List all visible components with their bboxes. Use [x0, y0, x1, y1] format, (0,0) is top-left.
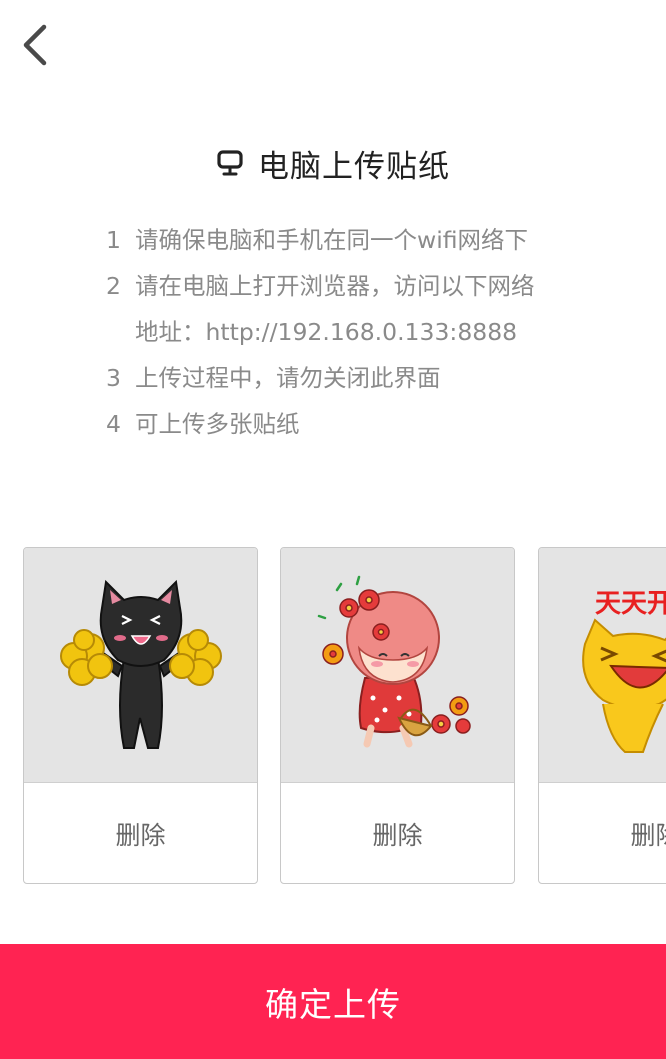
- step-text: 请在电脑上打开浏览器，访问以下网络: [135, 272, 535, 300]
- step-text: 请确保电脑和手机在同一个wifi网络下: [135, 226, 529, 254]
- delete-button[interactable]: 删除: [539, 784, 666, 883]
- step-number: 1: [106, 226, 121, 254]
- step-number: 4: [106, 410, 121, 438]
- step-text: 可上传多张贴纸: [135, 410, 300, 438]
- sticker-card: 删除: [280, 547, 515, 884]
- title-row: 电脑上传贴纸: [0, 138, 666, 188]
- instruction-step-4: 4 可上传多张贴纸: [106, 401, 626, 447]
- step-text: 上传过程中，请勿关闭此界面: [135, 364, 441, 392]
- sticker-image-yellow-cat: 天天开: [539, 548, 666, 783]
- sticker-image-black-cat: [24, 548, 257, 783]
- instruction-list: 1 请确保电脑和手机在同一个wifi网络下 2 请在电脑上打开浏览器，访问以下网…: [106, 217, 626, 447]
- sticker-caption: 天天开: [595, 589, 666, 619]
- back-button[interactable]: [14, 20, 58, 70]
- chevron-left-icon: [23, 24, 47, 66]
- sticker-card: 删除: [23, 547, 258, 884]
- confirm-upload-button[interactable]: 确定上传: [0, 944, 666, 1059]
- sticker-list[interactable]: 删除 删除 天天开 删: [23, 547, 666, 885]
- instruction-step-1: 1 请确保电脑和手机在同一个wifi网络下: [106, 217, 626, 263]
- step-number: 2: [106, 272, 121, 300]
- sticker-card: 天天开 删除: [538, 547, 666, 884]
- server-address: 地址：http://192.168.0.133:8888: [135, 318, 518, 346]
- instruction-step-3: 3 上传过程中，请勿关闭此界面: [106, 355, 626, 401]
- instruction-step-2: 2 请在电脑上打开浏览器，访问以下网络: [106, 263, 626, 309]
- monitor-icon: [216, 148, 244, 178]
- delete-button[interactable]: 删除: [281, 784, 514, 883]
- sticker-image-red-hood-girl: [281, 548, 514, 783]
- step-number: 3: [106, 364, 121, 392]
- delete-button[interactable]: 删除: [24, 784, 257, 883]
- page-title: 电脑上传贴纸: [258, 148, 450, 185]
